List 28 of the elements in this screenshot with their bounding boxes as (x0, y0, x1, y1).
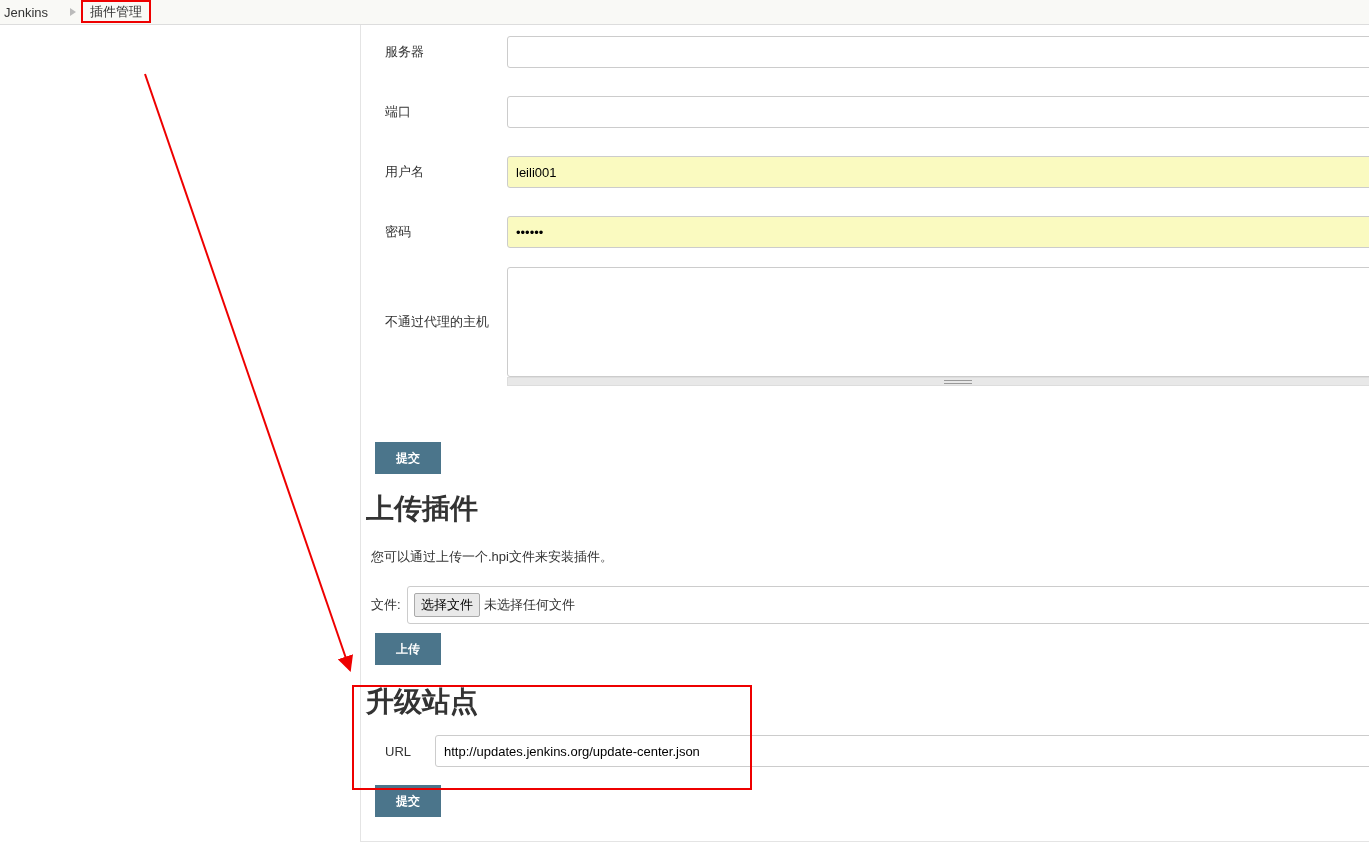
highlight-box (81, 0, 151, 23)
breadcrumb-link[interactable]: 插件管理 (90, 3, 151, 21)
choose-file-button[interactable]: 选择文件 (414, 593, 480, 617)
url-field[interactable]: http://updates.jenkins.org/update-center.json (435, 735, 1369, 767)
field-label: 服务器 (384, 43, 425, 61)
breadcrumb-link[interactable]: Jenkins (4, 4, 57, 20)
section-heading: 上传插件 (366, 491, 479, 527)
file-status: 未选择任何文件 (484, 596, 575, 614)
submit-button[interactable]: 提交 (375, 442, 441, 474)
text-field[interactable] (507, 36, 1369, 68)
text-field[interactable]: leili001 (507, 156, 1369, 188)
section-heading: 升级站点 (366, 684, 479, 720)
text-field[interactable]: •••••• (507, 216, 1369, 248)
file-label: 文件: (371, 596, 402, 614)
description-text: 您可以通过上传一个.hpi文件来安装插件。 (371, 548, 614, 566)
field-label: 端口 (384, 103, 412, 121)
caret-icon (70, 8, 77, 16)
field-label: 密码 (384, 223, 412, 241)
field-label: URL (384, 743, 412, 759)
text-field[interactable] (507, 96, 1369, 128)
field-label: 用户名 (384, 163, 425, 181)
grip-icon (944, 379, 972, 384)
resize-handle[interactable] (507, 377, 1369, 386)
field-label: 不通过代理的主机 (384, 313, 490, 331)
text-area[interactable] (507, 267, 1369, 377)
file-field[interactable]: 选择文件 未选择任何文件 (407, 586, 1369, 624)
submit-button[interactable]: 提交 (375, 785, 441, 817)
upload-button[interactable]: 上传 (375, 633, 441, 665)
